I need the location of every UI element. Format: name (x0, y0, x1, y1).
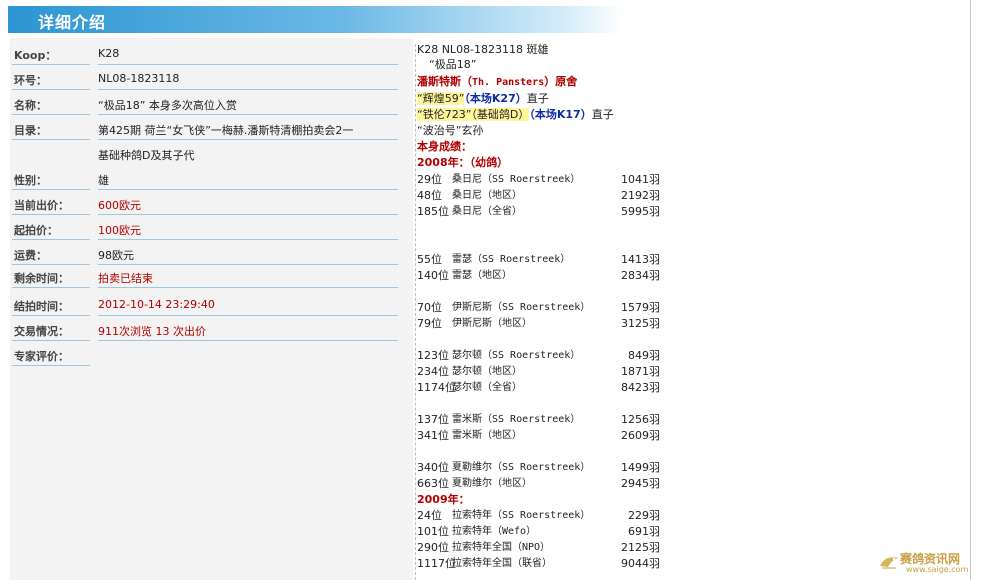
row-catalog: 目录： 第425期 荷兰“女飞侠”一梅赫.潘斯特清棚拍卖会2一 (12, 118, 398, 140)
result-row: 55位 雷瑟（SS Roerstreek） 1413羽 (417, 253, 660, 266)
watermark-url: www.saige.com (906, 565, 969, 574)
label-name: 名称： (14, 99, 47, 112)
value-shipping: 98欧元 (98, 249, 134, 262)
result-row: 29位 桑日尼（SS Roerstreek） 1041羽 (417, 173, 660, 186)
window-border (970, 0, 971, 580)
value-end-time: 2012-10-14 23:29:40 (98, 298, 215, 311)
result-row: 1174位 瑟尔顿（全省） 8423羽 (417, 381, 660, 394)
label-end-time: 结拍时间： (14, 300, 69, 313)
pedigree-ancestor: “波治号”玄孙 (417, 124, 484, 137)
row-end-time: 结拍时间： 2012-10-14 23:29:40 (12, 294, 398, 316)
year-2008-heading: 2008年：（幼鸽） (417, 156, 509, 169)
value-start-price: 100欧元 (98, 224, 141, 237)
origin-prefix: 潘斯特斯（ (417, 75, 472, 88)
parent-2-suffix: 直子 (591, 108, 614, 121)
parent-1-suffix: 直子 (526, 92, 549, 105)
result-row: 24位 拉索特年（SS Roerstreek） 229羽 (417, 509, 660, 522)
pigeon-logo-icon (880, 557, 898, 569)
section-header: 详细介绍 (8, 6, 622, 33)
parent-2-tag: （本场K17） (529, 108, 592, 121)
result-row: 79位 伊斯尼斯（地区） 3125羽 (417, 317, 660, 330)
result-row: 290位 拉索特年全国（NPO） 2125羽 (417, 541, 660, 554)
row-koop: Koop： K28 (12, 43, 398, 65)
pedigree-origin: 潘斯特斯（Th. Pansters）原舍 (417, 74, 577, 89)
label-sex: 性别： (14, 174, 47, 187)
result-row: 185位 桑日尼（全省） 5995羽 (417, 205, 660, 218)
value-trade-status: 911次浏览 13 次出价 (98, 325, 206, 338)
row-current-bid: 当前出价： 600欧元 (12, 193, 398, 215)
row-ring: 环号： NL08-1823118 (12, 68, 398, 90)
result-row: 663位 夏勒维尔（地区） 2945羽 (417, 477, 660, 490)
result-row: 137位 雷米斯（SS Roerstreek） 1256羽 (417, 413, 660, 426)
pedigree-parent-1: “辉煌59”（本场K27）直子 (417, 91, 549, 106)
label-start-price: 起拍价： (14, 224, 58, 237)
parent-1-tag: （本场K27） (464, 92, 527, 105)
result-row: 48位 桑日尼（地区） 2192羽 (417, 189, 660, 202)
site-watermark: 赛鸽资讯网 www.saige.com (878, 548, 982, 578)
result-row: 341位 雷米斯（地区） 2609羽 (417, 429, 660, 442)
value-sex: 雄 (98, 174, 109, 187)
row-trade-status: 交易情况： 911次浏览 13 次出价 (12, 319, 398, 341)
section-title: 详细介绍 (38, 13, 107, 32)
year-2009-heading: 2009年： (417, 493, 470, 506)
result-row: 234位 瑟尔顿（地区） 1871羽 (417, 365, 660, 378)
results-title: 本身成绩： (417, 140, 472, 153)
pedigree-parent-2: “铁伦723”（基础鸽D）（本场K17）直子 (417, 107, 614, 122)
label-ring: 环号： (14, 74, 47, 87)
result-row: 1117位 拉索特年全国（联省） 9044羽 (417, 557, 660, 570)
label-trade-status: 交易情况： (14, 325, 69, 338)
pedigree-ring-line: K28 NL08-1823118 斑雄 (417, 43, 549, 56)
value-ring: NL08-1823118 (98, 72, 180, 85)
row-start-price: 起拍价： 100欧元 (12, 218, 398, 240)
label-time-left: 剩余时间： (14, 272, 69, 285)
result-row: 101位 拉索特年（Wefo） 691羽 (417, 525, 660, 538)
row-sex: 性别： 雄 (12, 168, 398, 190)
label-catalog: 目录： (14, 124, 47, 137)
row-expert-review: 专家评价： (12, 344, 398, 366)
origin-breeder: Th. Pansters (472, 77, 545, 88)
label-shipping: 运费： (14, 249, 47, 262)
row-name: 名称： “极品18” 本身多次高位入赏 (12, 93, 398, 115)
label-current-bid: 当前出价： (14, 199, 69, 212)
value-catalog-line2: 基础种鸽D及其子代 (98, 149, 195, 162)
result-row: 340位 夏勒维尔（SS Roerstreek） 1499羽 (417, 461, 660, 474)
value-koop: K28 (98, 47, 120, 60)
row-catalog-cont: 基础种鸽D及其子代 (12, 143, 398, 165)
origin-suffix: ）原舍 (544, 75, 578, 88)
label-expert-review: 专家评价： (14, 350, 69, 363)
row-time-left: 剩余时间： 拍卖已结束 (12, 266, 398, 288)
result-row: 123位 瑟尔顿（SS Roerstreek） 849羽 (417, 349, 660, 362)
column-divider (415, 44, 416, 580)
value-current-bid: 600欧元 (98, 199, 141, 212)
result-row: 140位 雷瑟（地区） 2834羽 (417, 269, 660, 282)
value-name: “极品18” 本身多次高位入赏 (98, 99, 237, 112)
value-time-left: 拍卖已结束 (98, 272, 153, 285)
parent-2-name: “铁伦723”（基础鸽D） (417, 108, 530, 121)
pedigree-name-line: “极品18” (429, 58, 477, 71)
value-catalog: 第425期 荷兰“女飞侠”一梅赫.潘斯特清棚拍卖会2一 (98, 124, 354, 137)
result-row: 70位 伊斯尼斯（SS Roerstreek） 1579羽 (417, 301, 660, 314)
parent-1-name: “辉煌59” (417, 92, 465, 105)
label-koop: Koop： (14, 49, 57, 62)
row-shipping: 运费： 98欧元 (12, 243, 398, 265)
